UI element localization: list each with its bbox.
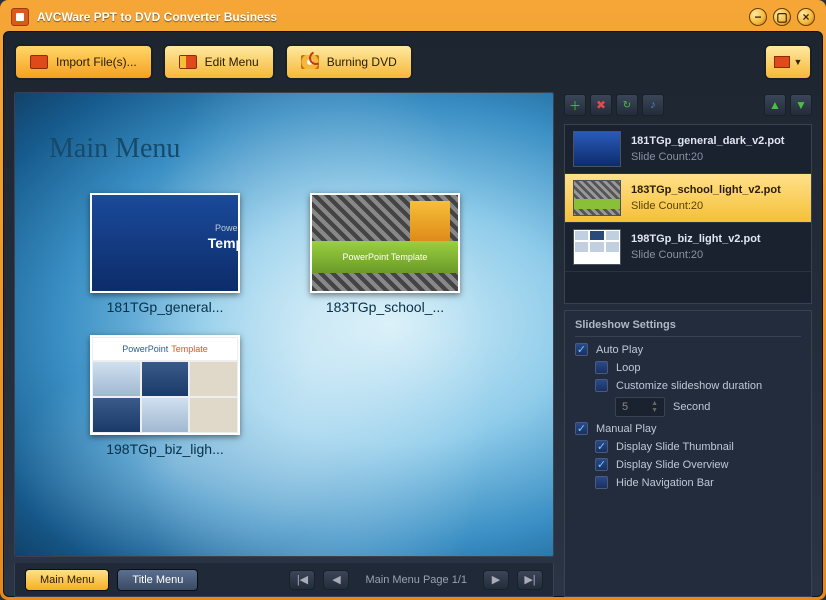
- file-list: 181TGp_general_dark_v2.pot Slide Count:20…: [564, 124, 812, 304]
- burning-dvd-button[interactable]: Burning DVD: [285, 44, 413, 80]
- file-list-item[interactable]: 183TGp_school_light_v2.pot Slide Count:20: [565, 174, 811, 223]
- customize-label: Customize slideshow duration: [616, 380, 762, 392]
- titlebar: AVCWare PPT to DVD Converter Business − …: [3, 3, 823, 31]
- second-label: Second: [673, 401, 710, 413]
- slide-count: Slide Count:20: [631, 151, 803, 163]
- burning-label: Burning DVD: [327, 55, 397, 69]
- display-overview-checkbox[interactable]: [595, 458, 608, 471]
- auto-play-checkbox[interactable]: [575, 343, 588, 356]
- options-dropdown-button[interactable]: ▼: [764, 44, 812, 80]
- maximize-button[interactable]: ▢: [773, 8, 791, 26]
- menu-thumb-3[interactable]: 198TGp_biz_ligh...: [75, 335, 255, 457]
- settings-heading: Slideshow Settings: [575, 319, 801, 337]
- title-menu-tab[interactable]: Title Menu: [117, 569, 198, 591]
- file-name: 198TGp_biz_light_v2.pot: [631, 233, 803, 245]
- burn-icon: [301, 55, 319, 69]
- customize-duration-checkbox[interactable]: [595, 379, 608, 392]
- app-window: AVCWare PPT to DVD Converter Business − …: [0, 0, 826, 600]
- file-thumbnail: [573, 131, 621, 167]
- file-name: 181TGp_general_dark_v2.pot: [631, 135, 803, 147]
- edit-menu-label: Edit Menu: [205, 55, 259, 69]
- add-file-button[interactable]: ＋: [564, 94, 586, 116]
- menu-preview: Main Menu 181TGp_general... 183TGp_schoo…: [14, 92, 554, 557]
- options-icon: [774, 56, 790, 68]
- loop-checkbox[interactable]: [595, 361, 608, 374]
- duration-stepper[interactable]: 5▲▼: [615, 397, 665, 417]
- remove-file-button[interactable]: ✖: [590, 94, 612, 116]
- menu-thumb-1[interactable]: 181TGp_general...: [75, 193, 255, 315]
- import-files-button[interactable]: Import File(s)...: [14, 44, 153, 80]
- auto-play-label: Auto Play: [596, 344, 643, 356]
- edit-menu-button[interactable]: Edit Menu: [163, 44, 275, 80]
- page-indicator: Main Menu Page 1/1: [365, 574, 467, 586]
- move-down-button[interactable]: ▼: [790, 94, 812, 116]
- close-button[interactable]: ×: [797, 8, 815, 26]
- file-list-item[interactable]: 198TGp_biz_light_v2.pot Slide Count:20: [565, 223, 811, 272]
- first-page-button[interactable]: |◀: [289, 570, 315, 590]
- prev-page-button[interactable]: ◀: [323, 570, 349, 590]
- manual-play-label: Manual Play: [596, 423, 657, 435]
- edit-menu-icon: [179, 55, 197, 69]
- manual-play-checkbox[interactable]: [575, 422, 588, 435]
- file-thumbnail: [573, 229, 621, 265]
- overview-label: Display Slide Overview: [616, 459, 728, 471]
- refresh-button[interactable]: ↻: [616, 94, 638, 116]
- import-icon: [30, 55, 48, 69]
- slide-count: Slide Count:20: [631, 200, 803, 212]
- minimize-button[interactable]: −: [749, 8, 767, 26]
- thumbnail-label: Display Slide Thumbnail: [616, 441, 734, 453]
- chevron-down-icon: ▼: [794, 57, 803, 67]
- next-page-button[interactable]: ▶: [483, 570, 509, 590]
- file-list-item[interactable]: 181TGp_general_dark_v2.pot Slide Count:20: [565, 125, 811, 174]
- preview-nav-bar: Main Menu Title Menu |◀ ◀ Main Menu Page…: [14, 563, 554, 597]
- slideshow-settings-panel: Slideshow Settings Auto Play Loop Custom…: [564, 310, 812, 597]
- main-toolbar: Import File(s)... Edit Menu Burning DVD …: [14, 42, 812, 82]
- menu-heading: Main Menu: [49, 133, 180, 165]
- move-up-button[interactable]: ▲: [764, 94, 786, 116]
- hide-nav-checkbox[interactable]: [595, 476, 608, 489]
- slide-count: Slide Count:20: [631, 249, 803, 261]
- hide-nav-label: Hide Navigation Bar: [616, 477, 714, 489]
- menu-thumb-2[interactable]: 183TGp_school_...: [295, 193, 475, 315]
- last-page-button[interactable]: ▶|: [517, 570, 543, 590]
- display-thumbnail-checkbox[interactable]: [595, 440, 608, 453]
- file-list-toolbar: ＋ ✖ ↻ ♪ ▲ ▼: [564, 92, 812, 118]
- loop-label: Loop: [616, 362, 640, 374]
- import-label: Import File(s)...: [56, 55, 137, 69]
- app-body: Import File(s)... Edit Menu Burning DVD …: [3, 31, 823, 597]
- file-name: 183TGp_school_light_v2.pot: [631, 184, 803, 196]
- app-icon: [11, 8, 29, 26]
- music-button[interactable]: ♪: [642, 94, 664, 116]
- file-thumbnail: [573, 180, 621, 216]
- main-menu-tab[interactable]: Main Menu: [25, 569, 109, 591]
- app-title: AVCWare PPT to DVD Converter Business: [37, 10, 749, 24]
